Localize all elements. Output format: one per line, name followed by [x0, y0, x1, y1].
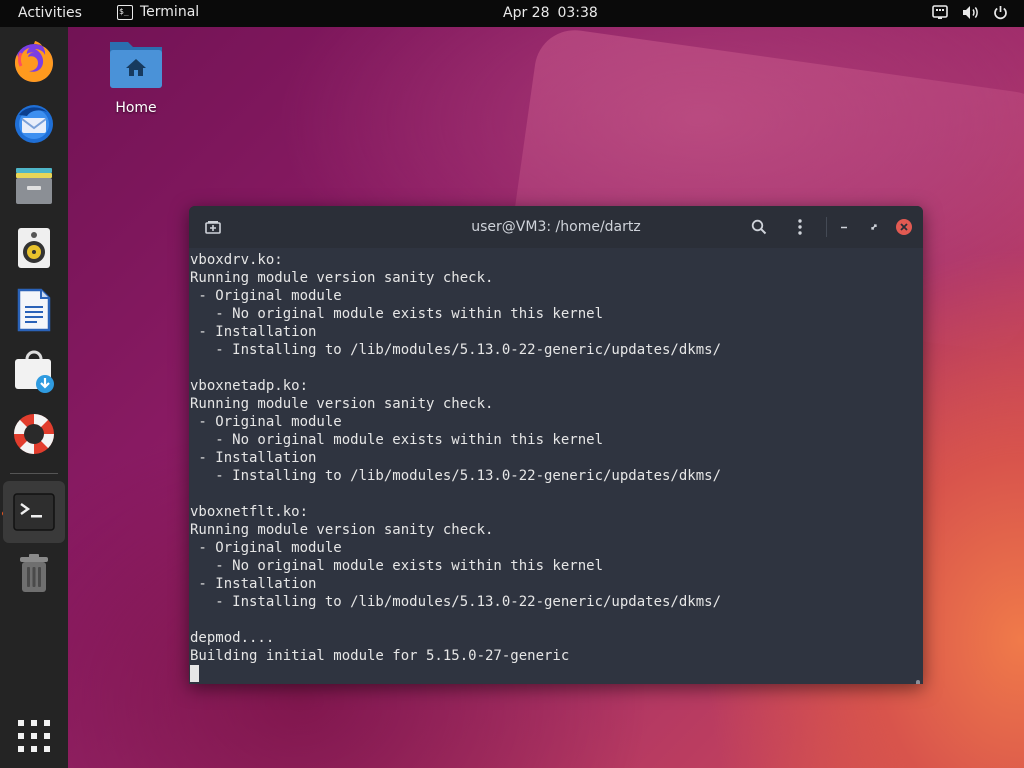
close-icon	[896, 219, 912, 235]
terminal-line: - Installing to /lib/modules/5.13.0-22-g…	[190, 594, 722, 610]
dock-thunderbird[interactable]	[8, 98, 60, 150]
terminal-line: - Installing to /lib/modules/5.13.0-22-g…	[190, 342, 722, 358]
apps-grid-icon	[18, 720, 50, 752]
dock-show-apps[interactable]	[8, 710, 60, 762]
text-cursor	[190, 665, 199, 682]
terminal-headerbar[interactable]: user@VM3: /home/dartz	[189, 206, 923, 248]
terminal-output[interactable]: vboxdrv.ko: Running module version sanity…	[189, 248, 913, 684]
terminal-app-icon: $_	[117, 4, 133, 20]
home-label: Home	[115, 100, 157, 116]
close-button[interactable]	[894, 217, 914, 237]
restore-button[interactable]	[864, 217, 884, 237]
files-icon	[16, 168, 52, 204]
dock-firefox[interactable]	[8, 36, 60, 88]
terminal-line: - Installation	[190, 576, 317, 592]
software-icon	[15, 350, 54, 393]
dock-help[interactable]	[8, 408, 60, 460]
terminal-prompt-line	[190, 665, 913, 683]
terminal-line: - No original module exists within this …	[190, 432, 604, 448]
app-menu[interactable]: $_ Terminal	[117, 4, 199, 20]
minimize-icon	[841, 226, 847, 229]
dock-separator	[10, 473, 58, 474]
activities-button[interactable]: Activities	[18, 5, 82, 21]
trash-icon	[20, 554, 48, 592]
writer-icon	[17, 288, 51, 332]
terminal-line: - Original module	[190, 288, 342, 304]
terminal-line: Running module version sanity check.	[190, 522, 494, 538]
app-name: Terminal	[140, 4, 200, 20]
minimize-button[interactable]	[834, 217, 854, 237]
top-bar: Activities $_ Terminal Apr 28 03:38	[0, 0, 1024, 27]
power-icon[interactable]	[993, 5, 1008, 20]
search-icon	[751, 219, 767, 235]
desktop-home-icon[interactable]: Home	[104, 36, 168, 116]
terminal-line: vboxnetadp.ko:	[190, 378, 309, 394]
home-folder-icon	[110, 42, 162, 88]
terminal-icon	[13, 493, 55, 531]
terminal-line: - No original module exists within this …	[190, 306, 604, 322]
rhythmbox-icon	[18, 228, 50, 268]
window-title: user@VM3: /home/dartz	[471, 219, 641, 235]
thunderbird-icon	[15, 105, 53, 143]
restore-icon	[871, 224, 877, 230]
terminal-line: - Installing to /lib/modules/5.13.0-22-g…	[190, 468, 722, 484]
terminal-line: - Installation	[190, 324, 317, 340]
dock-terminal[interactable]	[3, 481, 65, 543]
headerbar-divider	[826, 217, 827, 237]
menu-button[interactable]	[790, 217, 810, 237]
terminal-line: depmod....	[190, 630, 275, 646]
firefox-icon	[15, 41, 53, 82]
dock	[0, 27, 68, 768]
terminal-line: - Original module	[190, 414, 342, 430]
terminal-line: - Original module	[190, 540, 342, 556]
volume-icon[interactable]	[962, 5, 979, 20]
dock-files[interactable]	[8, 160, 60, 212]
terminal-line: Building initial module for 5.15.0-27-ge…	[190, 648, 570, 664]
dock-trash[interactable]	[8, 548, 60, 600]
dock-software[interactable]	[8, 346, 60, 398]
clock-date: Apr 28	[503, 5, 550, 21]
terminal-line: Running module version sanity check.	[190, 270, 494, 286]
scrollbar-thumb[interactable]	[916, 680, 920, 684]
dock-writer[interactable]	[8, 284, 60, 336]
scrollbar[interactable]	[913, 248, 923, 684]
terminal-window[interactable]: user@VM3: /home/dartz vboxdrv.ko: Running…	[189, 206, 923, 684]
terminal-line: - Installation	[190, 450, 317, 466]
terminal-line: - No original module exists within this …	[190, 558, 604, 574]
terminal-line: vboxdrv.ko:	[190, 252, 283, 268]
terminal-line: vboxnetflt.ko:	[190, 504, 309, 520]
terminal-line: Running module version sanity check.	[190, 396, 494, 412]
help-icon	[14, 414, 54, 454]
network-icon[interactable]	[932, 5, 948, 20]
system-tray[interactable]	[932, 5, 1008, 20]
search-button[interactable]	[749, 217, 769, 237]
dock-rhythmbox[interactable]	[8, 222, 60, 274]
kebab-menu-icon	[798, 219, 802, 235]
clock[interactable]: Apr 28 03:38	[503, 5, 598, 21]
clock-time: 03:38	[557, 5, 598, 21]
